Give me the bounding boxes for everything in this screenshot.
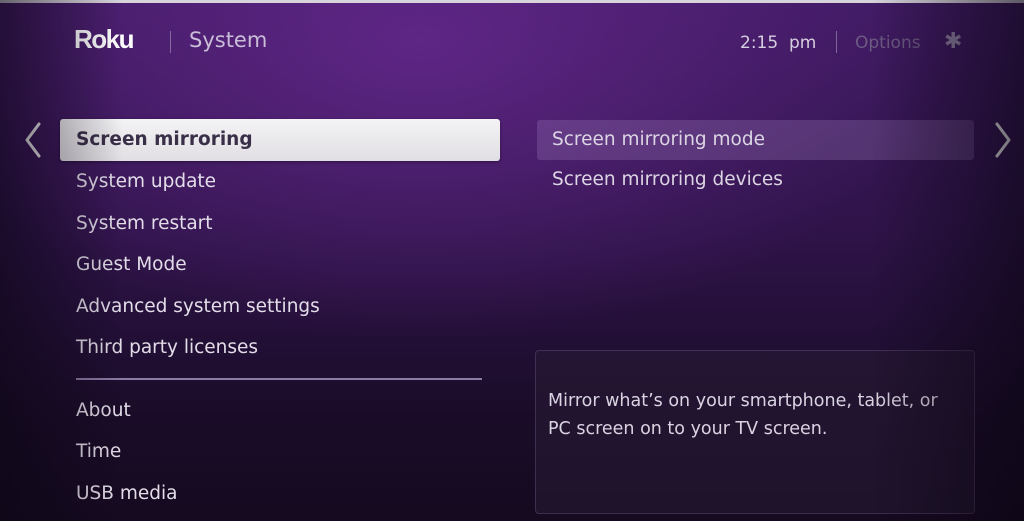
menu-item-guest-mode[interactable]: Guest Mode xyxy=(60,244,500,286)
menu-item-system-update[interactable]: System update xyxy=(60,161,500,203)
clock-time: 2:15 pm xyxy=(740,33,817,53)
menu-divider xyxy=(76,377,482,380)
page-title: System xyxy=(189,28,268,52)
menu-item-third-party-licenses[interactable]: Third party licenses xyxy=(60,327,500,369)
menu-item-time[interactable]: Time xyxy=(60,431,500,473)
menu-item-usb-media[interactable]: USB media xyxy=(60,473,500,515)
header-separator-right xyxy=(836,31,837,53)
options-label[interactable]: Options xyxy=(855,33,921,53)
submenu-item-screen-mirroring-mode[interactable]: Screen mirroring mode xyxy=(537,120,974,160)
chevron-left-icon[interactable] xyxy=(22,120,44,167)
menu-item-screen-mirroring[interactable]: Screen mirroring xyxy=(60,119,500,161)
chevron-right-icon[interactable] xyxy=(992,120,1014,167)
menu-item-about[interactable]: About xyxy=(60,390,500,432)
system-menu: Screen mirroring System update System re… xyxy=(60,119,500,514)
header-separator xyxy=(170,31,171,53)
header-bar: Roku System 2:15 pm Options ✱ xyxy=(0,0,1024,90)
description-panel: Mirror what’s on your smartphone, tablet… xyxy=(535,350,975,514)
description-text: Mirror what’s on your smartphone, tablet… xyxy=(548,391,938,439)
menu-item-system-restart[interactable]: System restart xyxy=(60,203,500,245)
roku-logo: Roku xyxy=(74,24,135,54)
submenu-item-screen-mirroring-devices[interactable]: Screen mirroring devices xyxy=(537,160,974,202)
menu-item-advanced-system-settings[interactable]: Advanced system settings xyxy=(60,286,500,328)
asterisk-icon[interactable]: ✱ xyxy=(944,29,962,54)
submenu: Screen mirroring mode Screen mirroring d… xyxy=(537,120,974,202)
